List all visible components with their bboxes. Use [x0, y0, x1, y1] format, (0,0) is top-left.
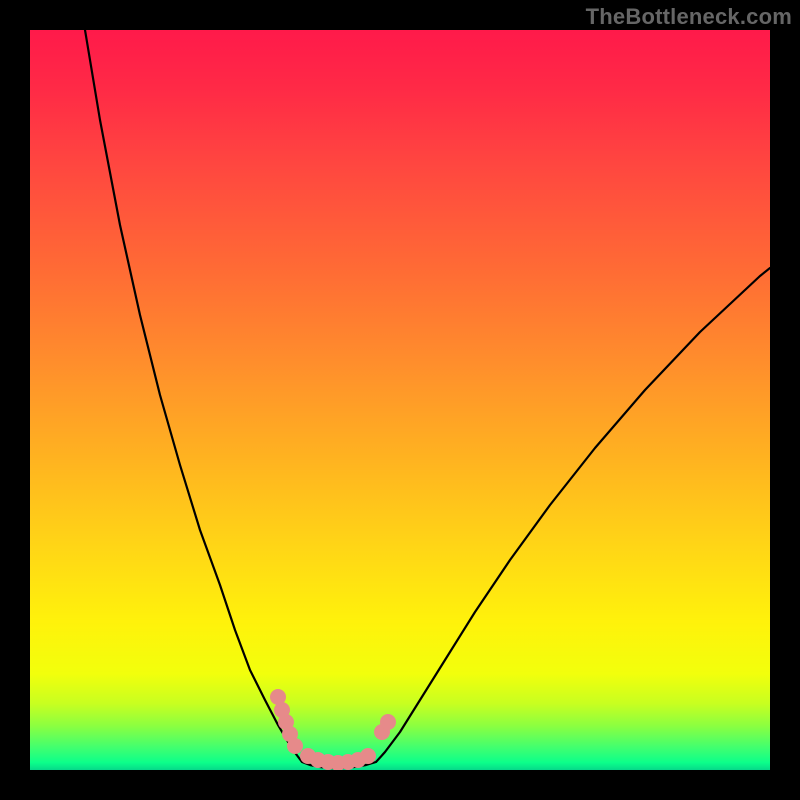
chart-svg: [30, 30, 770, 770]
data-marker: [380, 714, 396, 730]
data-marker: [287, 738, 303, 754]
plot-area: [30, 30, 770, 770]
watermark-text: TheBottleneck.com: [586, 4, 792, 30]
bottleneck-curve: [85, 30, 770, 768]
data-marker: [360, 748, 376, 764]
chart-frame: TheBottleneck.com: [0, 0, 800, 800]
